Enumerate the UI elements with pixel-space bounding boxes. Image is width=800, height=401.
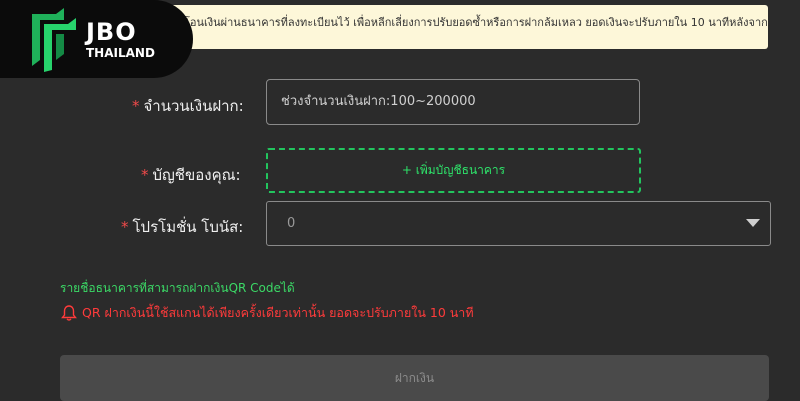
deposit-submit-label: ฝากเงิน: [394, 371, 435, 385]
notice-text: โอนเงินผ่านธนาคารที่ลงทะเบียนไว้ เพื่อหล…: [184, 16, 768, 29]
deposit-notice-banner: โอนเงินผ่านธนาคารที่ลงทะเบียนไว้ เพื่อหล…: [150, 5, 768, 49]
brand-region: THAILAND: [86, 46, 155, 60]
add-bank-account-button[interactable]: + เพิ่มบัญชีธนาคาร: [266, 148, 641, 193]
promo-selected-value: 0: [287, 216, 296, 231]
qr-bank-list-link[interactable]: รายชื่อธนาคารที่สามารถฝากเงินQR Codeได้: [60, 279, 295, 298]
qr-warning-text: QR ฝากเงินนี้ใช้สแกนได้เพียงครั้งเดียวเท…: [82, 305, 474, 320]
bell-icon: [61, 305, 77, 321]
promo-label: * โปรโมชั่น โบนัส:: [121, 215, 243, 239]
amount-label-text: จำนวนเงินฝาก:: [143, 97, 244, 115]
brand-name: JBO: [86, 18, 137, 46]
brand-logo[interactable]: JBO THAILAND: [0, 0, 193, 78]
promo-bonus-select[interactable]: 0: [266, 201, 771, 246]
deposit-amount-input[interactable]: ช่วงจำนวนเงินฝาก:100~200000: [266, 79, 640, 125]
required-mark: *: [121, 218, 129, 236]
account-label: * บัญชีของคุณ:: [141, 163, 241, 187]
chevron-down-icon: [746, 219, 760, 227]
qr-warning: QR ฝากเงินนี้ใช้สแกนได้เพียงครั้งเดียวเท…: [60, 303, 474, 323]
jbo-logo-icon: [32, 8, 76, 72]
promo-label-text: โปรโมชั่น โบนัส:: [132, 218, 244, 236]
account-label-text: บัญชีของคุณ:: [152, 166, 241, 184]
required-mark: *: [132, 97, 140, 115]
required-mark: *: [141, 166, 149, 184]
deposit-submit-button[interactable]: ฝากเงิน: [60, 355, 769, 401]
deposit-amount-value: ช่วงจำนวนเงินฝาก:100~200000: [281, 94, 476, 109]
add-bank-account-label: + เพิ่มบัญชีธนาคาร: [401, 163, 506, 177]
amount-label: * จำนวนเงินฝาก:: [132, 94, 244, 118]
